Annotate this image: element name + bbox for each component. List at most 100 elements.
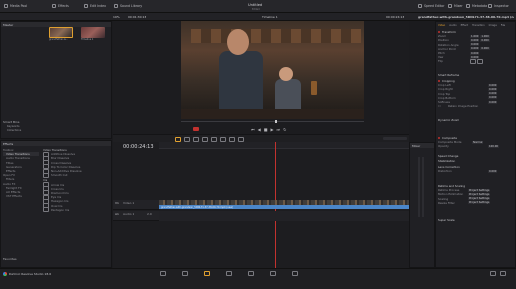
scrubber-bar[interactable] [181, 121, 364, 122]
video-clip[interactable]: grandfather-with-grandson_5DNL71-37-38-0… [159, 200, 409, 211]
timeline-zoom-slider[interactable] [383, 137, 407, 140]
lens-correction-section: Lens Correction Distortion 0.000 [438, 165, 515, 173]
cropping-section: Cropping Crop Left 0.000 Crop Right 0.000 … [438, 79, 515, 108]
inspector-tabs: Video Audio Effect Transition Image File [438, 24, 505, 27]
smart-reframe-header[interactable]: Smart Reframe [438, 73, 459, 77]
source-timecode: 00:01:30:13 [128, 15, 147, 19]
corner-buttons [490, 271, 506, 276]
davinci-logo-icon [3, 272, 7, 276]
app-name: DaVinci Resolve Studio 18.6 [9, 272, 52, 276]
bottle [311, 81, 317, 95]
effect-item[interactable]: Smooth Cut [43, 172, 111, 178]
fusion-page-icon[interactable] [226, 271, 232, 276]
home-icon[interactable] [490, 271, 496, 276]
tab-effect[interactable]: Effect [461, 24, 468, 27]
page-bar: DaVinci Resolve Studio 18.6 [0, 268, 516, 289]
man-head [227, 29, 249, 55]
edit-index-button[interactable]: Edit Index [84, 4, 106, 8]
stabilization-header[interactable]: Stabilization [438, 159, 455, 163]
loop-icon[interactable]: ↻ [283, 127, 286, 132]
settings-gear-icon[interactable] [500, 271, 506, 276]
viewer-panel: ⏮ ◀ ■ ▶ ⏭ ↻ [113, 21, 409, 134]
time-ruler[interactable] [159, 142, 409, 149]
timeline-toolbar [113, 134, 409, 142]
effects-button[interactable]: Effects [52, 4, 69, 8]
track-header-a1[interactable]: A1 Audio 1 2.0 [113, 211, 159, 221]
list-icon [84, 4, 88, 8]
metadata-button[interactable]: Metadata [466, 4, 487, 8]
param-row: Resize Filter Project Settings [438, 200, 491, 205]
cut-page-icon[interactable] [182, 271, 188, 276]
favorites-header[interactable]: Favorites [3, 257, 17, 261]
child-head [279, 67, 293, 81]
mixer-icon [448, 4, 452, 8]
tab-file[interactable]: File [501, 24, 505, 27]
effect-item[interactable]: Pentagon Iris [43, 207, 111, 213]
deliver-page-icon[interactable] [292, 271, 298, 276]
checkbox[interactable]: ☐ [438, 104, 448, 108]
project-status: Edited [252, 8, 260, 11]
tab-video[interactable]: Video [438, 24, 445, 27]
color-page-icon[interactable] [248, 271, 254, 276]
media-pool-button[interactable]: Media Pool [4, 4, 27, 8]
tab-audio[interactable]: Audio [449, 24, 456, 27]
clip-thumbnail-2[interactable]: Timeline 1 [81, 27, 105, 41]
video-frame[interactable] [181, 21, 364, 119]
media-pool-icon [4, 4, 8, 8]
tab-transition[interactable]: Transition [472, 24, 485, 27]
param-row: Flip [438, 58, 515, 64]
sound-library-button[interactable]: Sound Library [114, 4, 142, 8]
edit-page-icon[interactable] [204, 271, 210, 276]
transform-section: Transform Zoom 1.000 1.000 Position 0.000 … [438, 30, 515, 64]
page-switcher [160, 271, 298, 276]
clip-image [49, 27, 73, 38]
clip-label-bar: grandfather-with-grandson_5DNL71-37-38-0… [159, 205, 409, 209]
tree-item-vst-effects[interactable]: VST Effects [3, 194, 39, 198]
record-timecode: 00:00:24:13 [386, 15, 405, 19]
effects-list: Video Transitions Additive Dissolve Blur… [43, 148, 111, 213]
smart-bin-item[interactable]: Collections [1, 129, 41, 132]
param-row: ☐ Retain Image Position [438, 104, 479, 109]
inspector-icon [488, 4, 492, 8]
transport-controls: ⏮ ◀ ■ ▶ ⏭ ↻ [251, 127, 287, 132]
dynamic-zoom-header[interactable]: Dynamic Zoom [438, 118, 459, 122]
speed-editor-button[interactable]: Speed Editor [418, 4, 444, 8]
project-title: Untitled [248, 3, 263, 7]
audio-track-lane[interactable] [159, 211, 409, 221]
super-scale-header[interactable]: Super Scale [438, 218, 455, 222]
timeline-selector[interactable]: Timeline 1 [262, 15, 278, 19]
track-header-v1[interactable]: V1 Video 1 [113, 200, 159, 210]
iris-icon [43, 207, 49, 213]
flip-vertical-icon[interactable] [476, 58, 483, 64]
clip-thumbnail-1[interactable]: grandfather-w... [49, 27, 73, 41]
previous-icon[interactable]: ⏮ [251, 127, 255, 132]
mixer-header: Mixer [410, 143, 434, 148]
speed-editor-icon [418, 4, 422, 8]
reverse-icon[interactable]: ◀ [258, 127, 261, 132]
media-page-icon[interactable] [160, 271, 166, 276]
zoom-level[interactable]: 19% [113, 15, 120, 19]
effects-panel: Effects Toolbox Video Transitions Audio … [0, 140, 112, 268]
mark-in-button[interactable] [193, 127, 199, 131]
track-name: Audio 1 [123, 212, 135, 216]
background-shelves [191, 29, 361, 43]
tab-image[interactable]: Image [489, 24, 497, 27]
play-icon[interactable]: ▶ [270, 127, 273, 132]
timeline-panel: 00:00:24:13 V1 Video 1 grandfather-with-… [113, 142, 409, 268]
stop-icon[interactable]: ■ [264, 127, 268, 132]
track-level: 2.0 [147, 212, 152, 216]
param-row: Opacity 100.00 [438, 144, 500, 149]
enabled-dot-icon [438, 137, 440, 140]
counter [181, 109, 364, 119]
next-icon[interactable]: ⏭ [277, 127, 281, 132]
scrubber-handle[interactable] [275, 120, 277, 123]
inspector-button[interactable]: Inspector [488, 4, 509, 8]
fairlight-page-icon[interactable] [270, 271, 276, 276]
inspector-panel: Video Audio Effect Transition Image File… [435, 21, 516, 268]
mixer-button[interactable]: Mixer [448, 4, 463, 8]
top-toolbar: Media Pool Effects Edit Index Sound Libr… [0, 0, 516, 13]
effects-icon [52, 4, 56, 8]
speed-change-header[interactable]: Speed Change [438, 154, 458, 158]
flip-horizontal-icon[interactable] [470, 58, 476, 64]
viewer-toolbar: 19% 00:01:30:13 Timeline 1 00:00:24:13 g… [0, 13, 516, 21]
